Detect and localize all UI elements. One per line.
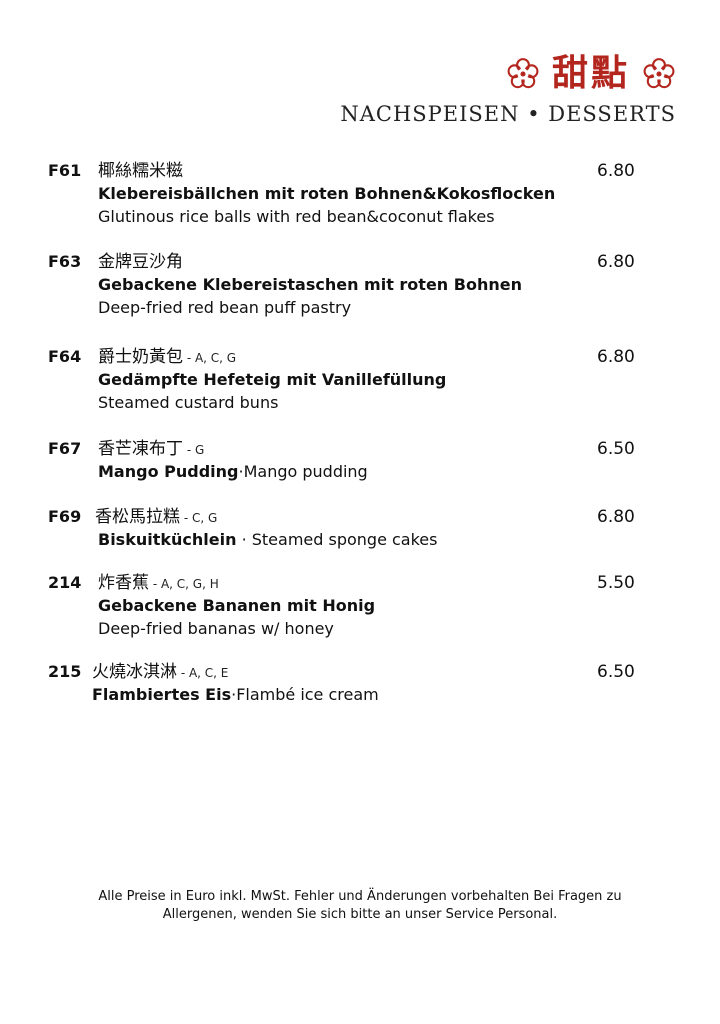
item-name-zh-text: 金牌豆沙角 xyxy=(98,252,183,272)
item-name-zh: 爵士奶黃包 - A, C, G xyxy=(98,346,236,369)
item-name-line: Biskuitküchlein · Steamed sponge cakes xyxy=(98,528,437,551)
item-price: 6.80 xyxy=(597,252,635,272)
item-name-de: Flambiertes Eis xyxy=(92,685,232,704)
item-name-en: Steamed sponge cakes xyxy=(251,530,438,549)
item-name-en: Mango pudding xyxy=(243,462,368,481)
item-name-zh: 椰絲糯米糍 xyxy=(98,160,183,182)
item-code: 215 xyxy=(48,662,82,681)
item-code: F69 xyxy=(48,507,82,526)
price-disclaimer: Alle Preise in Euro inkl. MwSt. Fehler u… xyxy=(40,888,680,924)
page-title: 甜點 xyxy=(551,53,630,94)
item-price: 5.50 xyxy=(597,573,635,593)
item-name-zh-text: 椰絲糯米糍 xyxy=(98,161,183,181)
item-name-zh: 香松馬拉糕 - C, G xyxy=(95,506,217,529)
item-allergens: - A, C, G xyxy=(183,351,237,365)
item-price: 6.50 xyxy=(597,439,635,459)
menu-header: 甜點 NACHSPEISEN • DESSERTS xyxy=(340,52,676,126)
item-name-zh-text: 香松馬拉糕 xyxy=(95,507,180,527)
item-price: 6.50 xyxy=(597,662,635,682)
item-name-line: Mango Pudding·Mango pudding xyxy=(98,460,368,483)
item-name-de: Biskuitküchlein xyxy=(98,530,237,549)
item-name-en: Flambé ice cream xyxy=(236,685,379,704)
item-name-zh-text: 爵士奶黃包 xyxy=(98,347,183,367)
item-code: F61 xyxy=(48,161,82,180)
item-name-en: Steamed custard buns xyxy=(98,393,279,412)
item-name-zh: 金牌豆沙角 xyxy=(98,251,183,273)
plum-blossom-icon xyxy=(507,58,539,89)
item-name-de: Klebereisbällchen mit roten Bohnen&Kokos… xyxy=(98,184,556,203)
item-name-zh: 炸香蕉 - A, C, G, H xyxy=(98,572,219,595)
item-code: 214 xyxy=(48,573,82,592)
item-price: 6.80 xyxy=(597,347,635,367)
item-code: F67 xyxy=(48,439,82,458)
item-code: F64 xyxy=(48,347,82,366)
item-allergens: - G xyxy=(183,443,205,457)
title-row: 甜點 xyxy=(340,52,676,96)
item-name-zh: 香芒凍布丁 - G xyxy=(98,438,204,461)
disclaimer-line-1: Alle Preise in Euro inkl. MwSt. Fehler u… xyxy=(98,889,622,904)
item-allergens: - A, C, G, H xyxy=(149,577,219,591)
item-price: 6.80 xyxy=(597,507,635,527)
item-name-zh: 火燒冰淇淋 - A, C, E xyxy=(92,661,228,684)
item-name-zh-text: 炸香蕉 xyxy=(98,573,149,593)
item-name-en: Glutinous rice balls with red bean&cocon… xyxy=(98,207,495,226)
item-name-zh-text: 火燒冰淇淋 xyxy=(92,662,177,682)
item-name-de: Gebackene Bananen mit Honig xyxy=(98,596,376,615)
item-name-de: Gebackene Klebereistaschen mit roten Boh… xyxy=(98,275,522,294)
item-name-en: Deep-fried red bean puff pastry xyxy=(98,298,352,317)
item-name-en: Deep-fried bananas w/ honey xyxy=(98,619,334,638)
item-allergens: - A, C, E xyxy=(177,666,229,680)
page-subtitle: NACHSPEISEN • DESSERTS xyxy=(340,102,676,126)
item-code: F63 xyxy=(48,252,82,271)
item-allergens: - C, G xyxy=(180,511,218,525)
item-name-zh-text: 香芒凍布丁 xyxy=(98,439,183,459)
item-name-de: Gedämpfte Hefeteig mit Vanillefüllung xyxy=(98,370,447,389)
disclaimer-line-2: Allergenen, wenden Sie sich bitte an uns… xyxy=(162,907,558,922)
item-name-line: Flambiertes Eis·Flambé ice cream xyxy=(92,683,379,706)
item-name-de: Mango Pudding xyxy=(98,462,239,481)
item-price: 6.80 xyxy=(597,161,635,181)
plum-blossom-icon xyxy=(643,58,675,89)
name-separator: · xyxy=(236,530,252,549)
